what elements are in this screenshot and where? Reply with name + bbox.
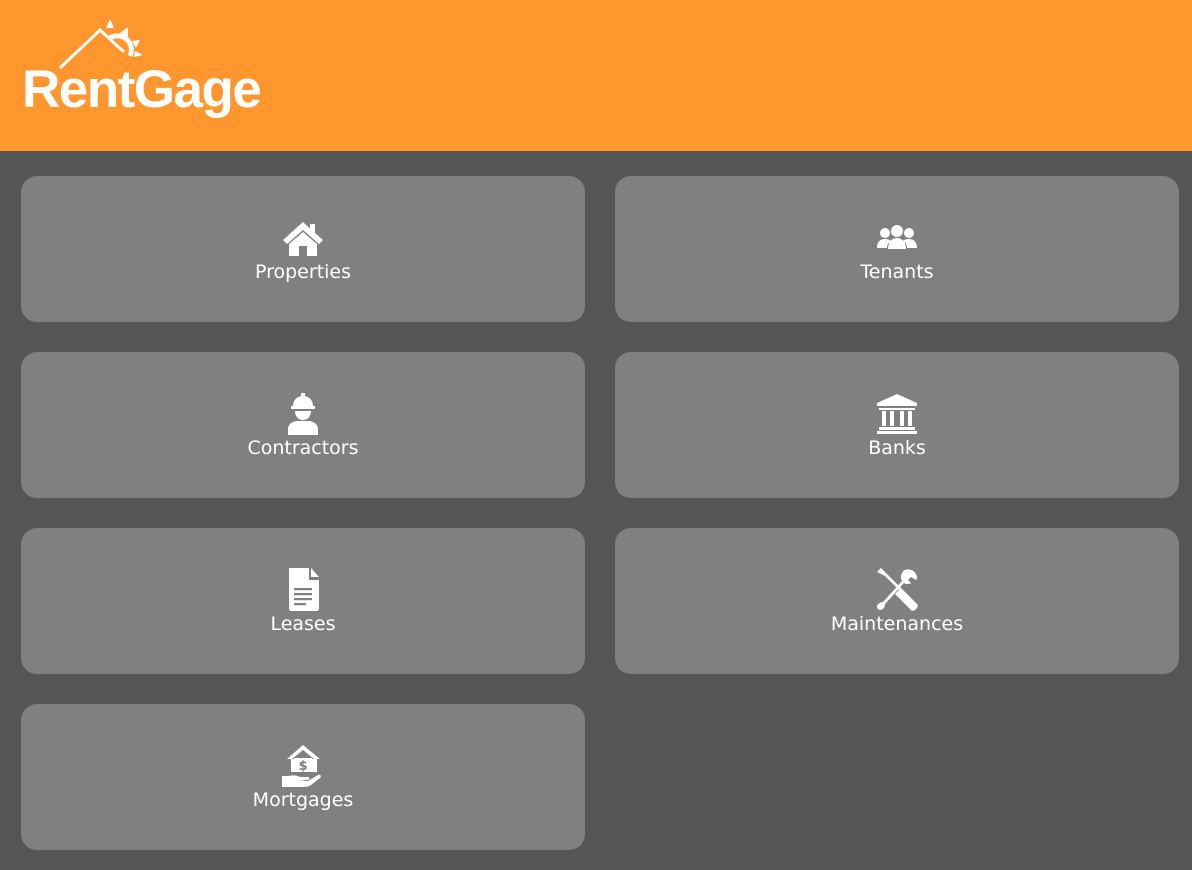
tools-icon xyxy=(875,568,919,612)
leases-label: Leases xyxy=(270,613,336,635)
app-logo[interactable]: RentGage xyxy=(18,16,288,131)
logo-wordmark: RentGage xyxy=(22,60,262,119)
contractors-tile[interactable]: Contractors xyxy=(21,352,585,498)
tools-icon-svg xyxy=(876,568,918,611)
house-icon xyxy=(281,216,325,260)
bank-building-icon xyxy=(875,392,919,436)
mortgages-tile[interactable]: $ Mortgages xyxy=(21,704,585,850)
hard-hat-worker-icon-svg xyxy=(288,393,318,435)
document-icon xyxy=(281,568,325,612)
svg-text:$: $ xyxy=(298,759,307,774)
bank-building-icon-svg xyxy=(877,394,917,434)
maintenances-tile[interactable]: Maintenances xyxy=(615,528,1179,674)
hand-house-dollar-icon: $ xyxy=(281,744,325,788)
tenants-tile[interactable]: Tenants xyxy=(615,176,1179,322)
mortgages-label: Mortgages xyxy=(252,789,354,811)
document-icon-svg xyxy=(289,568,319,611)
properties-tile[interactable]: Properties xyxy=(21,176,585,322)
users-icon xyxy=(875,216,919,260)
tenants-label: Tenants xyxy=(860,261,934,283)
leases-tile[interactable]: Leases xyxy=(21,528,585,674)
hard-hat-worker-icon xyxy=(281,392,325,436)
users-icon-svg xyxy=(877,225,917,249)
hand-house-dollar-icon-svg: $ xyxy=(282,745,321,787)
house-icon-svg xyxy=(283,222,323,256)
banks-tile[interactable]: Banks xyxy=(615,352,1179,498)
properties-label: Properties xyxy=(254,261,352,283)
app-header: RentGage xyxy=(0,0,1192,151)
maintenances-label: Maintenances xyxy=(830,613,964,635)
contractors-label: Contractors xyxy=(247,437,359,459)
banks-label: Banks xyxy=(868,437,926,459)
